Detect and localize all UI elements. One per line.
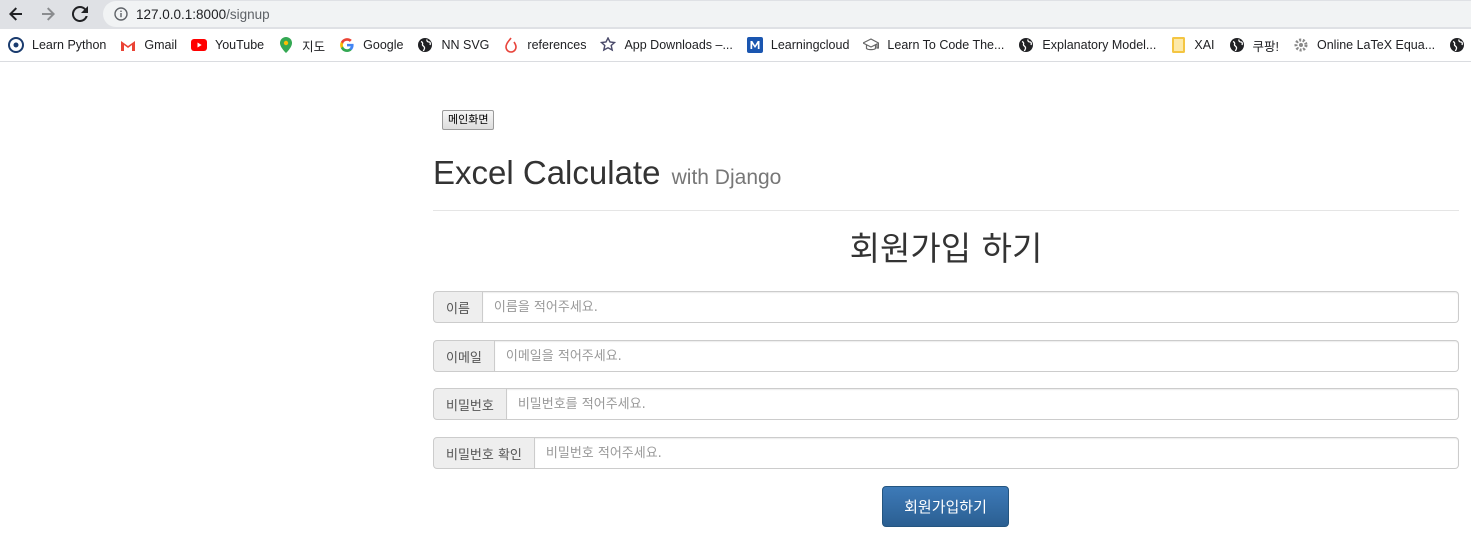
browser-toolbar: 127.0.0.1:8000/signup	[0, 0, 1471, 29]
back-button[interactable]	[3, 2, 29, 26]
email-input-group: 이메일	[433, 340, 1459, 372]
password-confirm-field[interactable]	[534, 437, 1459, 469]
bookmark-label: Learn To Code The...	[887, 38, 1005, 52]
bookmark-label: Learn Python	[32, 38, 107, 52]
url-text: 127.0.0.1:8000/signup	[136, 7, 270, 22]
bookmark-label: Explanatory Model...	[1042, 38, 1157, 52]
name-label: 이름	[433, 291, 483, 323]
arrow-right-icon	[40, 6, 56, 22]
url-path: /signup	[226, 6, 270, 22]
password-confirm-input-group: 비밀번호 확인	[433, 437, 1459, 469]
bookmark-label: NN SVG	[441, 38, 490, 52]
bookmark-item[interactable]: XAI	[1170, 37, 1215, 53]
bookmark-item[interactable]: 쿠팡!	[1229, 36, 1279, 55]
bookmark-label: App Downloads –...	[624, 38, 733, 52]
globe-icon	[1449, 37, 1465, 53]
signup-submit-button[interactable]: 회원가입하기	[882, 486, 1009, 527]
maps-pin-icon	[278, 37, 294, 53]
flower-icon	[600, 37, 617, 53]
folder-icon	[1170, 37, 1186, 53]
graduation-cap-icon	[863, 37, 880, 53]
password-field[interactable]	[506, 388, 1459, 420]
youtube-icon	[191, 37, 208, 53]
email-field[interactable]	[494, 340, 1459, 372]
bookmark-item-overflow[interactable]	[1449, 37, 1471, 53]
title-text: Excel Calculate	[433, 154, 661, 191]
gmail-icon	[120, 37, 136, 53]
bookmark-label: Online LaTeX Equa...	[1317, 38, 1436, 52]
password-confirm-label: 비밀번호 확인	[433, 437, 535, 469]
bookmark-label: references	[527, 38, 587, 52]
bookmark-label: XAI	[1194, 38, 1215, 52]
bookmark-label: Gmail	[144, 38, 178, 52]
bookmark-label: Learningcloud	[770, 38, 850, 52]
bookmark-item[interactable]: App Downloads –...	[600, 37, 733, 53]
bookmarks-bar: Learn Python Gmail YouTube 지도 Google NN SVG re…	[0, 29, 1471, 62]
page-subtitle: with Django	[671, 166, 782, 189]
bookmark-item[interactable]: Gmail	[120, 37, 177, 53]
url-host: 127.0.0.1:8000	[136, 6, 227, 22]
bookmark-item[interactable]: references	[503, 37, 586, 53]
signup-heading: 회원가입 하기	[849, 229, 1043, 268]
gear-icon	[1293, 37, 1309, 53]
password-input-group: 비밀번호	[433, 388, 1459, 420]
name-field[interactable]	[482, 291, 1459, 323]
name-input-group: 이름	[433, 291, 1459, 323]
globe-icon	[1229, 37, 1245, 53]
reload-icon	[72, 6, 88, 22]
globe-icon	[1018, 37, 1034, 53]
google-icon	[339, 37, 355, 53]
bookmark-label: 지도	[302, 39, 326, 54]
page-title: Excel Calculate with Django	[433, 154, 781, 192]
bookmark-label: YouTube	[215, 38, 265, 52]
email-label: 이메일	[433, 340, 495, 372]
bookmark-item[interactable]: Learn Python	[8, 37, 106, 53]
info-icon[interactable]	[112, 5, 130, 23]
globe-icon	[417, 37, 433, 53]
arrow-left-icon	[8, 6, 24, 22]
forward-button[interactable]	[35, 2, 61, 26]
reload-button[interactable]	[67, 2, 93, 26]
main-page-button[interactable]: 메인화면	[442, 110, 495, 130]
learningcloud-icon	[746, 37, 763, 53]
bookmark-item[interactable]: Online LaTeX Equa...	[1293, 37, 1435, 53]
bookmark-item[interactable]: Google	[339, 37, 403, 53]
address-bar[interactable]: 127.0.0.1:8000/signup	[103, 1, 1471, 27]
bookmark-item[interactable]: Learningcloud	[746, 37, 850, 53]
bookmark-item[interactable]: Learn To Code The...	[863, 37, 1004, 53]
refworks-icon	[503, 37, 519, 53]
bookmark-item[interactable]: Explanatory Model...	[1018, 37, 1156, 53]
bookmark-label: 쿠팡!	[1252, 39, 1279, 54]
divider	[433, 210, 1459, 211]
bookmark-item[interactable]: NN SVG	[417, 37, 489, 53]
bookmark-item[interactable]: YouTube	[191, 37, 264, 53]
bookmark-label: Google	[363, 38, 404, 52]
password-label: 비밀번호	[433, 388, 507, 420]
python-icon	[8, 37, 24, 53]
bookmark-item[interactable]: 지도	[278, 36, 325, 55]
